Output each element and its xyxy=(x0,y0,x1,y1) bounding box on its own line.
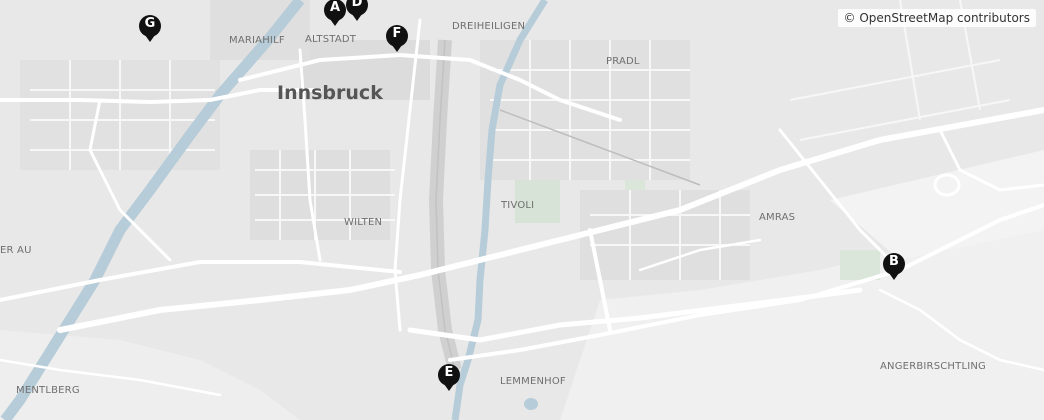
map-marker-a[interactable]: A xyxy=(322,0,348,29)
marker-letter: F xyxy=(392,26,402,41)
marker-letter: E xyxy=(444,365,454,380)
district-label-tivoli: TIVOLI xyxy=(501,200,535,211)
attribution-text: © OpenStreetMap contributors xyxy=(837,9,1036,27)
district-label-pradl: PRADL xyxy=(606,56,640,67)
district-label-angerbirschtling: ANGERBIRSCHTLING xyxy=(880,361,987,372)
marker-letter: A xyxy=(329,0,341,15)
map-marker-e[interactable]: E xyxy=(436,362,462,394)
district-label-amras: AMRAS xyxy=(759,212,796,223)
map-view[interactable]: © OpenStreetMap contributors Innsbruck M… xyxy=(0,0,1044,420)
map-marker-f[interactable]: F xyxy=(384,23,410,55)
marker-letter: G xyxy=(144,16,156,31)
district-label-lemmenhof: LEMMENHOF xyxy=(500,376,566,387)
district-label-mariahilf: MARIAHILF xyxy=(229,35,285,46)
marker-letter: B xyxy=(889,254,899,269)
district-label-dreiheiligen: DREIHEILIGEN xyxy=(452,21,526,32)
district-label-wilten: WILTEN xyxy=(344,217,383,228)
map-marker-g[interactable]: G xyxy=(137,13,163,45)
district-label-hoetting-au: ER AU xyxy=(0,245,32,256)
map-marker-b[interactable]: B xyxy=(881,251,907,283)
district-label-mentlberg: MENTLBERG xyxy=(16,385,80,396)
city-label: Innsbruck xyxy=(277,82,383,104)
district-label-altstadt: ALTSTADT xyxy=(305,34,357,45)
